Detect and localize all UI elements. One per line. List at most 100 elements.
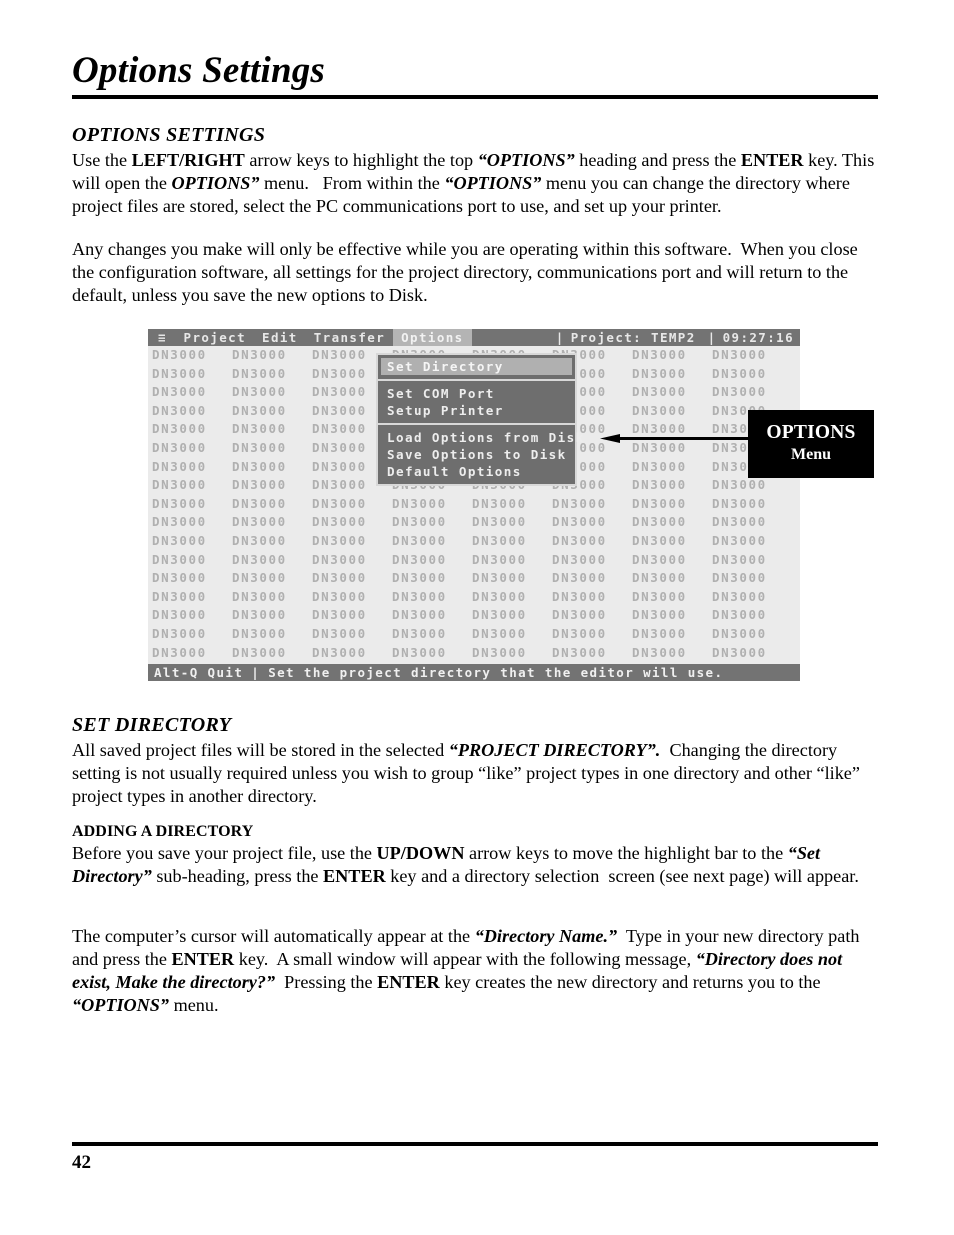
wallpaper-tile-label: DN3000 <box>392 625 447 641</box>
terminal-menubar: ≡ Project Edit Transfer Options | Projec… <box>148 329 800 346</box>
wallpaper-tile-label: DN3000 <box>632 644 687 660</box>
statusbar-quit-hint[interactable]: Alt-Q Quit <box>148 664 249 681</box>
wallpaper-tile-label: DN3000 <box>152 402 207 418</box>
wallpaper-tile-label: DN3000 <box>152 551 207 567</box>
menubar-item-edit[interactable]: Edit <box>254 329 306 346</box>
wallpaper-tile-label: DN3000 <box>712 625 767 641</box>
wallpaper-tile-label: DN3000 <box>472 551 527 567</box>
wallpaper-tile-label: DN3000 <box>312 532 367 548</box>
wallpaper-tile-label: DN3000 <box>232 421 287 437</box>
wallpaper-tile-label: DN3000 <box>312 607 367 623</box>
wallpaper-tile-label: DN3000 <box>712 588 767 604</box>
statusbar-separator: | <box>251 665 261 680</box>
wallpaper-tile-label: DN3000 <box>312 514 367 530</box>
wallpaper-tile-label: DN3000 <box>152 495 207 511</box>
menu-item-save-options-to-disk[interactable]: Save Options to Disk <box>378 446 575 463</box>
title-divider <box>72 94 878 99</box>
wallpaper-tile-label: DN3000 <box>232 644 287 660</box>
statusbar-help-text: Set the project directory that the edito… <box>268 665 724 680</box>
wallpaper-tile-label: DN3000 <box>232 365 287 381</box>
wallpaper-tile-label: DN3000 <box>712 570 767 586</box>
wallpaper-tile-label: DN3000 <box>712 551 767 567</box>
wallpaper-row: DN3000 DN3000 DN3000 DN3000 DN3000 DN3000 DN30… <box>148 644 800 663</box>
wallpaper-tile-label: DN3000 <box>632 532 687 548</box>
options-dropdown-menu[interactable]: Set Directory Set COM Port Setup Printer… <box>376 353 583 486</box>
wallpaper-tile-label: DN3000 <box>632 570 687 586</box>
wallpaper-tile-label: DN3000 <box>632 458 687 474</box>
wallpaper-tile-label: DN3000 <box>472 625 527 641</box>
wallpaper-row: DN3000 DN3000 DN3000 DN3000 DN3000 DN3000 DN30… <box>148 569 800 588</box>
section-options-settings: OPTIONS SETTINGS Use the LEFT/RIGHT arro… <box>72 124 880 218</box>
wallpaper-tile-label: DN3000 <box>312 551 367 567</box>
callout-options-menu: OPTIONS Menu <box>748 410 874 478</box>
wallpaper-tile-label: DN3000 <box>632 402 687 418</box>
wallpaper-tile-label: DN3000 <box>472 607 527 623</box>
wallpaper-tile-label: DN3000 <box>632 625 687 641</box>
wallpaper-tile-label: DN3000 <box>392 514 447 530</box>
document-page: Options Settings OPTIONS SETTINGS Use th… <box>0 0 954 1235</box>
wallpaper-tile-label: DN3000 <box>632 514 687 530</box>
menubar-item-transfer[interactable]: Transfer <box>306 329 393 346</box>
wallpaper-tile-label: DN3000 <box>472 514 527 530</box>
wallpaper-tile-label: DN3000 <box>712 495 767 511</box>
wallpaper-tile-label: DN3000 <box>312 625 367 641</box>
wallpaper-tile-label: DN3000 <box>312 644 367 660</box>
menubar-item-options[interactable]: Options <box>393 329 472 346</box>
menubar-project-name: Project: TEMP2 <box>570 330 696 345</box>
menu-item-default-options[interactable]: Default Options <box>378 463 575 480</box>
menu-item-set-com-port[interactable]: Set COM Port <box>378 385 575 402</box>
wallpaper-tile-label: DN3000 <box>232 477 287 493</box>
wallpaper-tile-label: DN3000 <box>232 458 287 474</box>
menu-separator-1 <box>378 379 575 381</box>
wallpaper-tile-label: DN3000 <box>152 421 207 437</box>
system-menu-icon[interactable]: ≡ <box>148 329 176 346</box>
wallpaper-tile-label: DN3000 <box>712 384 767 400</box>
wallpaper-tile-label: DN3000 <box>712 347 767 362</box>
wallpaper-tile-label: DN3000 <box>552 644 607 660</box>
wallpaper-tile-label: DN3000 <box>232 495 287 511</box>
paragraph-changes-note: Any changes you make will only be effect… <box>72 239 858 306</box>
wallpaper-tile-label: DN3000 <box>632 384 687 400</box>
wallpaper-tile-label: DN3000 <box>152 607 207 623</box>
wallpaper-tile-label: DN3000 <box>232 384 287 400</box>
section-heading-set-directory: SET DIRECTORY <box>72 714 232 736</box>
wallpaper-tile-label: DN3000 <box>552 570 607 586</box>
menubar-separator-1: | <box>555 330 565 345</box>
wallpaper-row: DN3000 DN3000 DN3000 DN3000 DN3000 DN3000 DN30… <box>148 588 800 607</box>
wallpaper-tile-label: DN3000 <box>232 625 287 641</box>
wallpaper-tile-label: DN3000 <box>552 495 607 511</box>
wallpaper-tile-label: DN3000 <box>712 607 767 623</box>
wallpaper-tile-label: DN3000 <box>232 570 287 586</box>
wallpaper-tile-label: DN3000 <box>152 514 207 530</box>
menu-item-set-directory[interactable]: Set Directory <box>381 358 572 375</box>
wallpaper-tile-label: DN3000 <box>712 365 767 381</box>
wallpaper-tile-label: DN3000 <box>712 644 767 660</box>
wallpaper-tile-label: DN3000 <box>552 514 607 530</box>
callout-arrow-icon <box>600 434 750 443</box>
wallpaper-tile-label: DN3000 <box>152 625 207 641</box>
wallpaper-tile-label: DN3000 <box>472 570 527 586</box>
wallpaper-tile-label: DN3000 <box>232 402 287 418</box>
wallpaper-tile-label: DN3000 <box>152 588 207 604</box>
wallpaper-row: DN3000 DN3000 DN3000 DN3000 DN3000 DN3000 DN30… <box>148 513 800 532</box>
wallpaper-tile-label: DN3000 <box>632 607 687 623</box>
wallpaper-tile-label: DN3000 <box>232 347 287 362</box>
footer-divider <box>72 1142 878 1146</box>
wallpaper-row: DN3000 DN3000 DN3000 DN3000 DN3000 DN3000 DN30… <box>148 606 800 625</box>
section-adding-a-directory: ADDING A DIRECTORY Before you save your … <box>72 823 880 888</box>
wallpaper-row: DN3000 DN3000 DN3000 DN3000 DN3000 DN3000 DN30… <box>148 625 800 644</box>
wallpaper-tile-label: DN3000 <box>392 607 447 623</box>
menubar-item-project[interactable]: Project <box>176 329 254 346</box>
page-title: Options Settings <box>72 50 326 91</box>
wallpaper-tile-label: DN3000 <box>152 644 207 660</box>
section-set-directory: SET DIRECTORY All saved project files wi… <box>72 714 880 808</box>
wallpaper-tile-label: DN3000 <box>232 551 287 567</box>
wallpaper-tile-label: DN3000 <box>392 588 447 604</box>
callout-title: OPTIONS <box>766 422 856 444</box>
page-header: Options Settings <box>72 50 878 99</box>
wallpaper-tile-label: DN3000 <box>152 570 207 586</box>
menu-item-setup-printer[interactable]: Setup Printer <box>378 402 575 419</box>
wallpaper-tile-label: DN3000 <box>632 495 687 511</box>
menu-item-load-options-from-disk[interactable]: Load Options from Disk <box>378 429 583 446</box>
wallpaper-tile-label: DN3000 <box>472 532 527 548</box>
